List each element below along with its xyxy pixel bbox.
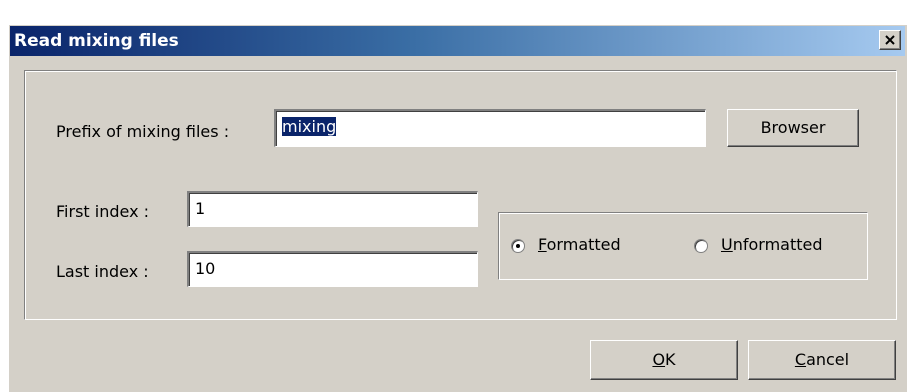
- dialog-title: Read mixing files: [14, 31, 179, 51]
- radio-formatted-button[interactable]: [511, 239, 525, 253]
- cancel-button[interactable]: Cancel: [748, 340, 896, 380]
- last-index-input[interactable]: 10: [187, 251, 478, 287]
- radio-selected-dot: [516, 244, 520, 248]
- first-index-input[interactable]: 1: [187, 191, 478, 227]
- radio-unformatted-label[interactable]: Unformatted: [721, 235, 823, 255]
- first-index-label: First index :: [56, 202, 150, 221]
- title-bar: Read mixing files: [10, 26, 905, 56]
- ok-button-label: OK: [652, 350, 676, 369]
- radio-formatted-label[interactable]: Formatted: [538, 235, 621, 255]
- prefix-label: Prefix of mixing files :: [56, 122, 230, 141]
- browse-button-label: Browser: [760, 118, 826, 137]
- close-button[interactable]: [879, 30, 901, 50]
- last-index-label: Last index :: [56, 262, 149, 281]
- prefix-input[interactable]: mixing: [274, 109, 706, 147]
- radio-unformatted-button[interactable]: [694, 239, 708, 253]
- ok-button[interactable]: OK: [590, 340, 738, 380]
- cancel-button-label: Cancel: [794, 350, 850, 369]
- browse-button[interactable]: Browser: [727, 109, 859, 147]
- prefix-value: mixing: [282, 117, 337, 136]
- close-icon: [885, 35, 895, 45]
